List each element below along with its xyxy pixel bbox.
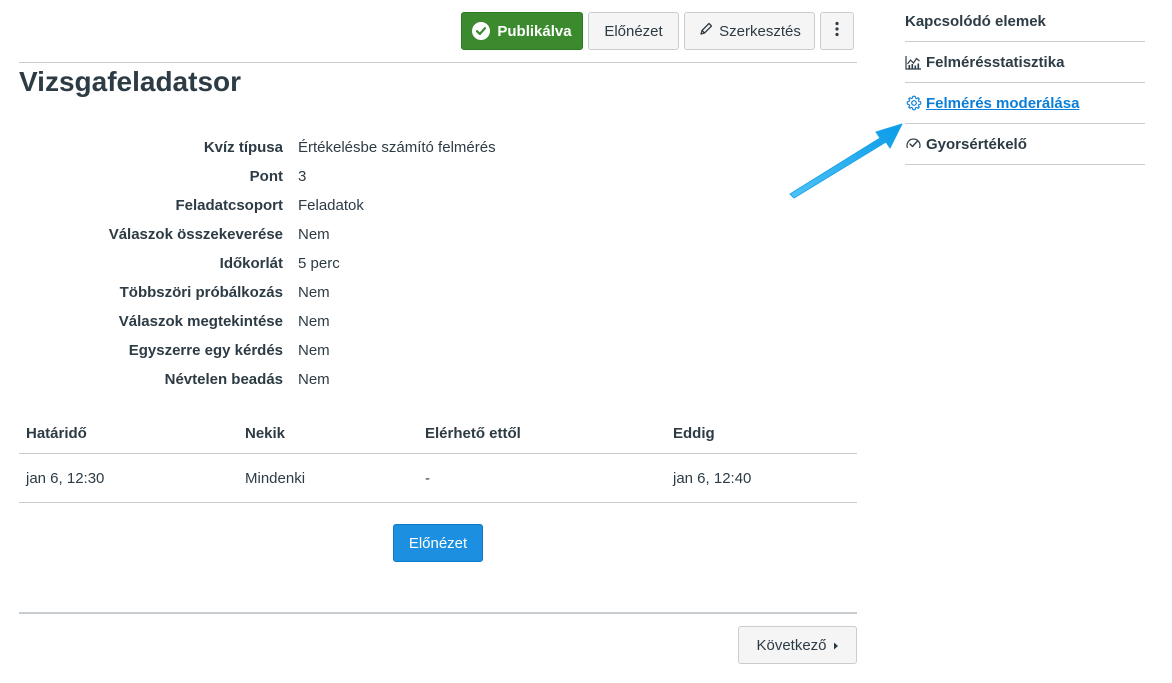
detail-row-view-responses: Válaszok megtekintése Nem: [19, 307, 579, 336]
published-button[interactable]: Publikálva: [461, 12, 583, 50]
sidebar-item-label: Felmérésstatisztika: [926, 53, 1065, 71]
pencil-icon: [698, 21, 714, 41]
detail-value: 5 perc: [298, 255, 340, 272]
detail-label: Válaszok összekeverése: [108, 226, 283, 243]
detail-value: Nem: [298, 284, 330, 301]
column-header-until: Eddig: [666, 414, 857, 454]
sidebar-item-quiz-statistics[interactable]: Felmérésstatisztika: [905, 42, 1145, 83]
detail-label: Névtelen beadás: [164, 371, 283, 388]
detail-label: Időkorlát: [219, 255, 283, 272]
table-row: jan 6, 12:30 Mindenki - jan 6, 12:40: [19, 453, 857, 503]
related-items-sidebar: Kapcsolódó elemek Felmérésstatisztika Fe…: [905, 0, 1145, 165]
kebab-menu-icon: [835, 21, 839, 41]
detail-row-assignment-group: Feladatcsoport Feladatok: [19, 191, 579, 220]
detail-value: Értékelésbe számító felmérés: [298, 139, 496, 156]
edit-button[interactable]: Szerkesztés: [684, 12, 815, 50]
edit-label: Szerkesztés: [719, 22, 801, 40]
next-label: Következő: [756, 636, 827, 654]
detail-value: Feladatok: [298, 197, 364, 214]
column-header-available-from: Elérhető ettől: [418, 414, 666, 454]
published-label: Publikálva: [497, 22, 572, 40]
gear-icon: [905, 95, 922, 112]
quiz-toolbar: Publikálva Előnézet Szerkesztés: [461, 12, 854, 50]
page-title: Vizsgafeladatsor: [19, 66, 242, 97]
footer-divider: [19, 612, 857, 614]
detail-row-quiz-type: Kvíz típusa Értékelésbe számító felmérés: [19, 133, 579, 162]
preview-button[interactable]: Előnézet: [393, 524, 483, 562]
detail-label: Többszöri próbálkozás: [119, 284, 283, 301]
table-cell-until: jan 6, 12:40: [666, 453, 857, 503]
detail-value: Nem: [298, 226, 330, 243]
sidebar-item-moderate-quiz[interactable]: Felmérés moderálása: [905, 83, 1145, 124]
detail-row-multiple-attempts: Többszöri próbálkozás Nem: [19, 278, 579, 307]
table-cell-due: jan 6, 12:30: [19, 453, 238, 503]
detail-value: Nem: [298, 342, 330, 359]
detail-label: Pont: [249, 168, 283, 185]
column-header-for: Nekik: [238, 414, 418, 454]
next-button[interactable]: Következő: [738, 626, 857, 664]
toolbar-divider: [19, 62, 857, 63]
table-cell-for: Mindenki: [238, 453, 418, 503]
due-dates-table: Határidő Nekik Elérhető ettől Eddig jan …: [19, 414, 857, 503]
more-options-button[interactable]: [820, 12, 854, 50]
quiz-details: Kvíz típusa Értékelésbe számító felmérés…: [19, 133, 579, 394]
column-header-due: Határidő: [19, 414, 238, 454]
detail-value: Nem: [298, 313, 330, 330]
sidebar-item-label: Felmérés moderálása: [926, 94, 1080, 112]
stats-icon: [905, 54, 922, 71]
detail-value: Nem: [298, 371, 330, 388]
detail-row-shuffle-answers: Válaszok összekeverése Nem: [19, 220, 579, 249]
detail-label: Egyszerre egy kérdés: [128, 342, 283, 359]
sidebar-title: Kapcsolódó elemek: [905, 0, 1145, 42]
detail-label: Kvíz típusa: [203, 139, 283, 156]
sidebar-item-label: Gyorsértékelő: [926, 135, 1027, 153]
detail-label: Válaszok megtekintése: [118, 313, 283, 330]
caret-right-icon: [833, 637, 839, 654]
check-circle-icon: [472, 22, 491, 40]
sidebar-item-speedgrader[interactable]: Gyorsértékelő: [905, 124, 1145, 165]
speedgrader-icon: [905, 136, 922, 153]
annotation-arrow-icon: [789, 123, 903, 199]
detail-row-one-question-at-a-time: Egyszerre egy kérdés Nem: [19, 336, 579, 365]
detail-row-points: Pont 3: [19, 162, 579, 191]
preview-button-top[interactable]: Előnézet: [588, 12, 679, 50]
table-header-row: Határidő Nekik Elérhető ettől Eddig: [19, 414, 857, 454]
detail-value: 3: [298, 168, 307, 185]
detail-label: Feladatcsoport: [175, 197, 283, 214]
detail-row-anonymous-submission: Névtelen beadás Nem: [19, 365, 579, 394]
detail-row-time-limit: Időkorlát 5 perc: [19, 249, 579, 278]
table-cell-available-from: -: [418, 453, 666, 503]
